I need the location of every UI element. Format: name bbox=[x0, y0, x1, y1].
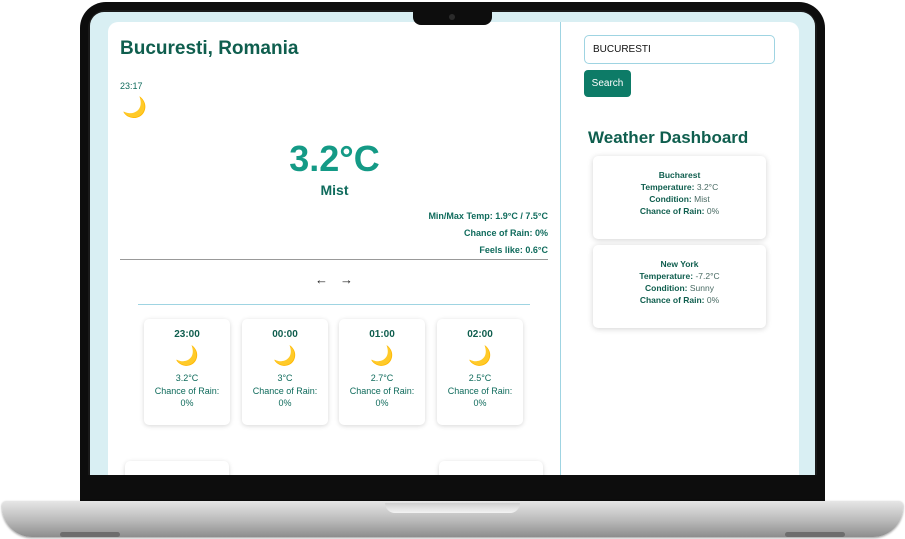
hour-rain-label: Chance of Rain: bbox=[252, 386, 318, 396]
saved-city-rain: Chance of Rain: 0% bbox=[593, 295, 766, 305]
hourly-card: 23:00 🌙 3.2°C Chance of Rain: 0% bbox=[144, 319, 230, 425]
saved-city-temp: Temperature: 3.2°C bbox=[593, 182, 766, 192]
minmax-temp: Min/Max Temp: 1.9°C / 7.5°C bbox=[428, 211, 548, 221]
dashboard-title: Weather Dashboard bbox=[588, 128, 749, 147]
saved-city-card[interactable]: New York Temperature: -7.2°C Condition: … bbox=[593, 245, 766, 328]
search-input[interactable] bbox=[584, 35, 775, 64]
rain-value: 0% bbox=[706, 295, 720, 305]
moon-icon: 🌙 bbox=[370, 346, 394, 367]
hourly-card: 02:00 🌙 2.5°C Chance of Rain: 0% bbox=[437, 319, 523, 425]
moon-icon: 🌙 bbox=[468, 346, 492, 367]
dashboard-panel: Search Weather Dashboard Bucharest Tempe… bbox=[561, 22, 799, 475]
laptop-foot bbox=[60, 532, 120, 537]
rain-label: Chance of Rain: bbox=[639, 206, 705, 216]
forecast-card: ☼ bbox=[439, 461, 543, 475]
search-button[interactable]: Search bbox=[584, 70, 631, 97]
hour-temp: 3°C bbox=[277, 373, 293, 383]
laptop-chin bbox=[80, 475, 825, 503]
feels-like: Feels like: 0.6°C bbox=[479, 245, 548, 255]
saved-city-condition: Condition: Mist bbox=[593, 194, 766, 204]
saved-city-card[interactable]: Bucharest Temperature: 3.2°C Condition: … bbox=[593, 156, 766, 239]
hour-rain-value: 0% bbox=[375, 398, 389, 408]
rain-label: Chance of Rain: bbox=[639, 295, 705, 305]
hour-rain-label: Chance of Rain: bbox=[154, 386, 220, 396]
saved-city-temp: Temperature: -7.2°C bbox=[593, 271, 766, 281]
condition-value: Sunny bbox=[689, 283, 714, 293]
hour-time: 23:00 bbox=[174, 329, 200, 340]
hour-rain-label: Chance of Rain: bbox=[349, 386, 415, 396]
hour-rain-value: 0% bbox=[473, 398, 487, 408]
hour-time: 00:00 bbox=[272, 329, 298, 340]
rain-value: 0% bbox=[706, 206, 720, 216]
hour-time: 02:00 bbox=[467, 329, 493, 340]
chance-of-rain: Chance of Rain: 0% bbox=[463, 228, 548, 238]
hour-temp: 3.2°C bbox=[175, 373, 199, 383]
hour-temp: 2.7°C bbox=[370, 373, 394, 383]
forecast-card: ☼ bbox=[125, 461, 229, 475]
laptop-foot bbox=[785, 532, 845, 537]
prev-arrow-icon[interactable]: ← bbox=[315, 272, 328, 287]
hour-temp: 2.5°C bbox=[468, 373, 492, 383]
city-title: Bucuresti, Romania bbox=[120, 38, 299, 59]
current-temperature: 3.2°C bbox=[289, 138, 380, 179]
saved-city-rain: Chance of Rain: 0% bbox=[593, 206, 766, 216]
moon-icon: 🌙 bbox=[175, 346, 199, 367]
moon-icon: 🌙 bbox=[273, 346, 297, 367]
hour-rain-label: Chance of Rain: bbox=[447, 386, 513, 396]
temp-value: 3.2°C bbox=[696, 182, 719, 192]
condition-label: Condition: bbox=[645, 283, 688, 293]
divider bbox=[138, 304, 530, 305]
hour-rain-value: 0% bbox=[278, 398, 292, 408]
hour-rain: Chance of Rain: 0% bbox=[144, 385, 230, 409]
current-condition: Mist bbox=[320, 182, 349, 198]
hour-rain: Chance of Rain: 0% bbox=[242, 385, 328, 409]
saved-city-condition: Condition: Sunny bbox=[593, 283, 766, 293]
temp-value: -7.2°C bbox=[695, 271, 720, 281]
screen: Bucuresti, Romania 23:17 🌙 3.2°C Mist Mi… bbox=[90, 12, 815, 475]
hour-rain: Chance of Rain: 0% bbox=[339, 385, 425, 409]
temp-label: Temperature: bbox=[639, 271, 694, 281]
current-weather-panel: Bucuresti, Romania 23:17 🌙 3.2°C Mist Mi… bbox=[108, 22, 561, 475]
temp-label: Temperature: bbox=[640, 182, 695, 192]
hourly-card: 00:00 🌙 3°C Chance of Rain: 0% bbox=[242, 319, 328, 425]
local-time: 23:17 bbox=[120, 81, 143, 91]
hour-time: 01:00 bbox=[369, 329, 395, 340]
hourly-card: 01:00 🌙 2.7°C Chance of Rain: 0% bbox=[339, 319, 425, 425]
next-arrow-icon[interactable]: → bbox=[340, 272, 353, 287]
saved-city-name: New York bbox=[660, 259, 699, 269]
laptop-hinge-notch bbox=[385, 503, 520, 513]
condition-label: Condition: bbox=[649, 194, 692, 204]
condition-value: Mist bbox=[694, 194, 710, 204]
hour-rain: Chance of Rain: 0% bbox=[437, 385, 523, 409]
camera-icon bbox=[449, 14, 455, 20]
saved-city-name: Bucharest bbox=[658, 170, 701, 180]
moon-icon: 🌙 bbox=[122, 97, 147, 119]
hour-rain-value: 0% bbox=[180, 398, 194, 408]
divider bbox=[120, 259, 548, 260]
